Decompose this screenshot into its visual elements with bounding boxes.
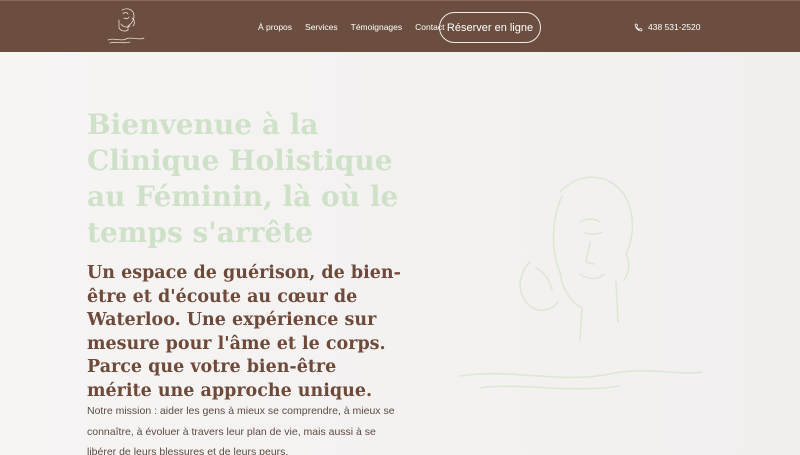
hero-title: Bienvenue à la Clinique Holistique au Fé… — [87, 108, 399, 249]
main-nav: À propos Services Témoignages Contact — [258, 1, 457, 53]
mission-text: Notre mission : aider les gens à mieux s… — [87, 405, 395, 455]
nav-link-a-propos[interactable]: À propos — [258, 22, 292, 32]
woman-face-line-art-icon — [459, 176, 703, 390]
site-header: À propos Services Témoignages Contact Ré… — [0, 0, 800, 52]
hero-art — [440, 162, 720, 412]
woman-line-art-logo-icon — [107, 8, 145, 44]
hero-subtitle: Un espace de guérison, de bien-être et d… — [87, 263, 401, 401]
reserve-online-button[interactable]: Réserver en ligne — [439, 12, 541, 43]
phone-icon — [634, 23, 643, 31]
nav-link-services[interactable]: Services — [305, 22, 338, 32]
phone-link[interactable]: 438 531-2520 — [634, 1, 700, 53]
nav-link-temoignages[interactable]: Témoignages — [351, 22, 403, 32]
logo[interactable] — [104, 6, 148, 48]
phone-number: 438 531-2520 — [648, 22, 701, 32]
hero-section: Bienvenue à la Clinique Holistique au Fé… — [0, 52, 800, 455]
